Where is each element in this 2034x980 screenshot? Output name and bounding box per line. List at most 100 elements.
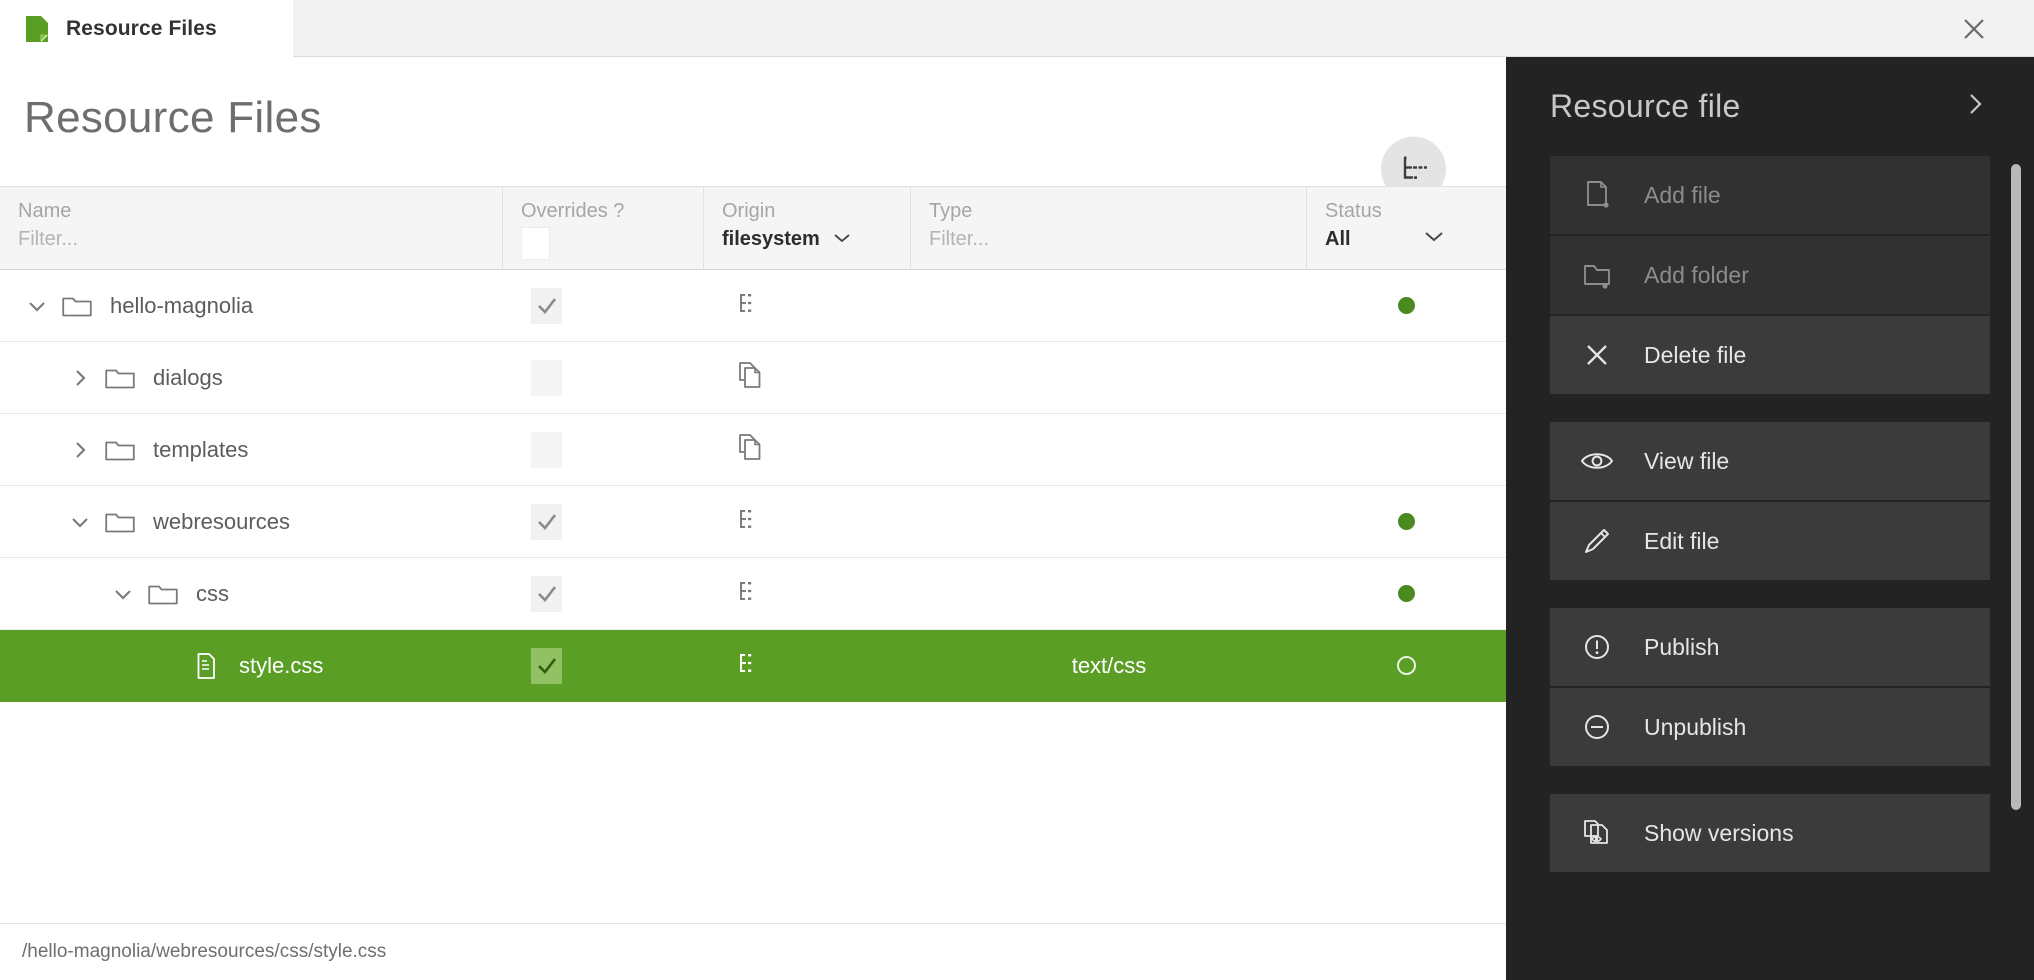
table-row[interactable]: templates	[0, 414, 1506, 486]
column-header-name[interactable]: Name Filter...	[0, 187, 503, 269]
expand-node-button[interactable]	[63, 433, 97, 467]
column-label-overrides: Overrides ?	[521, 200, 625, 222]
selected-path-label: /hello-magnolia/webresources/css/style.c…	[22, 941, 387, 962]
status-badge-published	[1398, 585, 1415, 602]
action-panel-title: Resource file	[1550, 88, 1741, 124]
action-group: Add file Add folder Delete file	[1550, 156, 1990, 394]
action-publish[interactable]: Publish	[1550, 608, 1990, 686]
action-unpublish[interactable]: Unpublish	[1550, 688, 1990, 766]
cell-name[interactable]: style.css	[0, 630, 503, 702]
page-title: Resource Files	[24, 93, 322, 142]
cell-name[interactable]: templates	[0, 414, 503, 486]
cell-status	[1307, 486, 1506, 558]
action-panel: Resource file Add file Add folder Delete f…	[1506, 57, 2034, 980]
overrides-checkbox[interactable]	[531, 575, 562, 612]
overrides-checkbox[interactable]	[531, 359, 562, 396]
action-label: Edit file	[1644, 527, 1720, 554]
action-add-file: Add file	[1550, 156, 1990, 234]
collapse-node-button[interactable]	[20, 289, 54, 323]
action-delete-file[interactable]: Delete file	[1550, 316, 1990, 394]
cell-overrides[interactable]	[503, 558, 704, 630]
resource-file-icon	[26, 15, 48, 42]
expand-node-button[interactable]	[63, 361, 97, 395]
column-header-origin[interactable]: Origin filesystem	[704, 187, 911, 269]
node-label: style.css	[239, 652, 324, 678]
status-bar: /hello-magnolia/webresources/css/style.c…	[0, 923, 1506, 980]
origin-filter-value[interactable]: filesystem	[722, 224, 820, 254]
main-content: Resource Files Name Filter... Overrides …	[0, 57, 1506, 923]
cell-origin	[704, 414, 911, 486]
pencil-icon	[1580, 524, 1614, 558]
filesystem-origin-icon	[736, 290, 762, 321]
page-header: Resource Files	[0, 57, 1506, 202]
cell-origin	[704, 558, 911, 630]
filesystem-origin-icon	[736, 650, 762, 681]
cell-origin	[704, 486, 911, 558]
tab-label: Resource Files	[66, 16, 217, 40]
collapse-panel-button[interactable]	[1956, 87, 1996, 127]
cell-name[interactable]: dialogs	[0, 342, 503, 414]
info-circle-icon	[1580, 630, 1614, 664]
type-label: text/css	[1071, 652, 1147, 678]
folder-icon	[105, 507, 135, 537]
action-label: Add folder	[1644, 261, 1749, 288]
collapse-node-button[interactable]	[63, 505, 97, 539]
table-body: hello-magnolia dialogs templates webresourc…	[0, 270, 1506, 702]
table-row[interactable]: css	[0, 558, 1506, 630]
cell-type	[911, 558, 1307, 630]
tab-bar: Resource Files	[0, 0, 2034, 57]
cell-name[interactable]: hello-magnolia	[0, 270, 503, 342]
action-label: Delete file	[1644, 341, 1747, 368]
table-row[interactable]: style.css text/css	[0, 630, 1506, 702]
chevron-down-icon[interactable]	[832, 231, 852, 249]
cell-overrides[interactable]	[503, 486, 704, 558]
cell-type	[911, 342, 1307, 414]
cell-type: text/css	[911, 630, 1307, 702]
cell-name[interactable]: webresources	[0, 486, 503, 558]
cell-overrides[interactable]	[503, 270, 704, 342]
action-group: Publish Unpublish	[1550, 608, 1990, 766]
type-filter-input[interactable]: Filter...	[929, 224, 1288, 254]
action-show-versions[interactable]: Show versions	[1550, 794, 1990, 872]
filesystem-origin-icon	[736, 506, 762, 537]
action-panel-header: Resource file	[1506, 57, 2034, 156]
cell-overrides[interactable]	[503, 630, 704, 702]
table-header-row: Name Filter... Overrides ? Origin filesy…	[0, 186, 1506, 270]
action-label: Show versions	[1644, 819, 1794, 846]
table-row[interactable]: hello-magnolia	[0, 270, 1506, 342]
table-row[interactable]: dialogs	[0, 342, 1506, 414]
filesystem-origin-icon	[736, 578, 762, 609]
overrides-checkbox[interactable]	[531, 647, 562, 684]
status-badge-modified	[1397, 656, 1416, 675]
cell-origin	[704, 342, 911, 414]
cell-status	[1307, 558, 1506, 630]
name-filter-input[interactable]: Filter...	[18, 224, 484, 254]
cell-status	[1307, 414, 1506, 486]
column-header-status[interactable]: Status All	[1307, 187, 1506, 269]
column-header-overrides[interactable]: Overrides ?	[503, 187, 704, 269]
overrides-filter-checkbox[interactable]	[521, 227, 550, 260]
panel-scrollbar-thumb[interactable]	[2011, 164, 2021, 810]
chevron-down-icon[interactable]	[1423, 230, 1445, 248]
resource-files-table: Name Filter... Overrides ? Origin filesy…	[0, 186, 1506, 923]
table-row[interactable]: webresources	[0, 486, 1506, 558]
action-view-file[interactable]: View file	[1550, 422, 1990, 500]
status-filter-value[interactable]: All	[1325, 224, 1351, 254]
action-edit-file[interactable]: Edit file	[1550, 502, 1990, 580]
column-header-type[interactable]: Type Filter...	[911, 187, 1307, 269]
cell-origin	[704, 270, 911, 342]
column-label-name: Name	[18, 200, 72, 222]
overrides-checkbox[interactable]	[531, 431, 562, 468]
cell-status	[1307, 630, 1506, 702]
cell-name[interactable]: css	[0, 558, 503, 630]
overrides-checkbox[interactable]	[531, 503, 562, 540]
cell-overrides[interactable]	[503, 414, 704, 486]
cell-type	[911, 486, 1307, 558]
cell-overrides[interactable]	[503, 342, 704, 414]
overrides-checkbox[interactable]	[531, 287, 562, 324]
add-folder-icon	[1580, 258, 1614, 292]
close-tab-button[interactable]	[1914, 0, 2034, 57]
tab-resource-files[interactable]: Resource Files	[0, 0, 293, 57]
collapse-node-button[interactable]	[106, 577, 140, 611]
panel-scrollbar[interactable]	[2011, 164, 2021, 932]
